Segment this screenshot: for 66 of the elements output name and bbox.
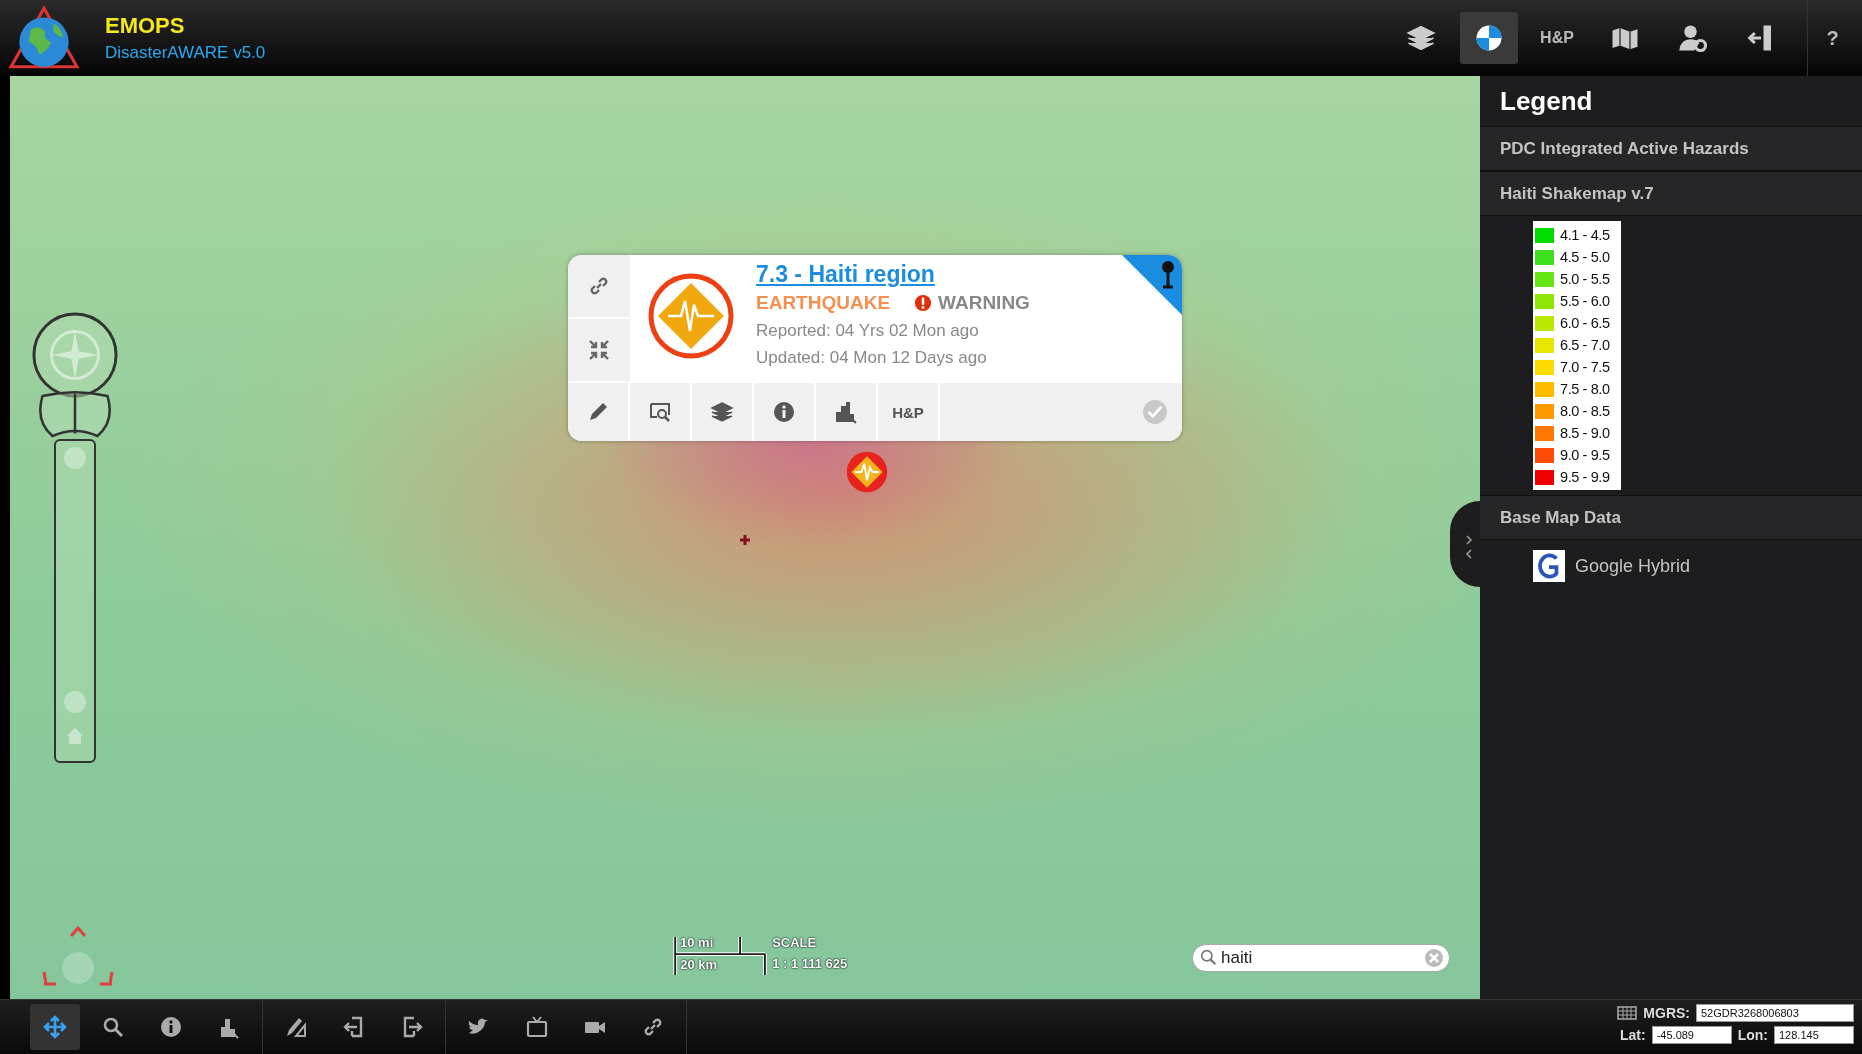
- pencil-ruler-icon: [284, 1015, 308, 1039]
- event-title-link[interactable]: 7.3 - Haiti region: [756, 261, 935, 289]
- user-gear-icon: [1678, 23, 1708, 53]
- hazard-type: EARTHQUAKE: [756, 292, 891, 314]
- magnitude-range: 6.5 - 7.0: [1560, 337, 1610, 353]
- scale-miles: 10 mi: [680, 934, 714, 950]
- latitude-label: Lat:: [1620, 1027, 1646, 1043]
- legend-section-header[interactable]: Haiti Shakemap v.7: [1480, 171, 1862, 216]
- severity-label: WARNING: [938, 292, 1030, 314]
- pinned-corner-icon[interactable]: [1122, 255, 1182, 315]
- reported-time: Reported: 04 Yrs 02 Mon ago: [756, 320, 980, 342]
- globe-logo-icon: [8, 5, 80, 71]
- magnitude-range: 7.5 - 8.0: [1560, 381, 1610, 397]
- scale-km: 20 km: [680, 956, 718, 972]
- grid-icon: [1617, 1006, 1638, 1020]
- scale-title: SCALE: [772, 935, 818, 950]
- tv-icon: [525, 1015, 549, 1039]
- longitude-field[interactable]: 128.145: [1774, 1026, 1854, 1044]
- magnitude-range: 5.0 - 5.5: [1560, 271, 1610, 287]
- panel-collapse-tab[interactable]: [1450, 501, 1480, 587]
- legend-title: Legend: [1499, 85, 1594, 118]
- move-tool-button[interactable]: [30, 1004, 80, 1050]
- magnitude-range: 5.5 - 6.0: [1560, 293, 1610, 309]
- mgrs-label: MGRS:: [1643, 1005, 1690, 1021]
- scale-ruler-icon: [672, 935, 770, 977]
- legend-section-header[interactable]: Base Map Data: [1480, 495, 1862, 540]
- plus-icon: [739, 534, 751, 546]
- longitude-label: Lon:: [1737, 1027, 1768, 1043]
- search-icon: [1200, 949, 1217, 966]
- collapse-button[interactable]: [568, 319, 630, 381]
- scale-ratio: 1 : 1 111 625: [772, 956, 848, 971]
- info-icon: [772, 400, 796, 424]
- latitude-field[interactable]: -45.089: [1651, 1026, 1732, 1044]
- move-arrows-icon: [43, 1015, 67, 1039]
- header-text-button[interactable]: H&P: [1528, 12, 1586, 64]
- map-tile[interactable]: 7.3 - Haiti region EARTHQUAKE WARNING Reported: 04 Yrs 02 Mon ago Updated: 04 Mon 12 Days ago H&P 10 mi 20 km SCALE 1 : 1 111 625 haiti: [10, 76, 1480, 999]
- screen-magnifier-icon: [648, 400, 672, 424]
- magnitude-range: 9.5 - 9.9: [1560, 469, 1610, 485]
- exclamation-icon: [914, 294, 933, 312]
- magnitude-range: 6.0 - 6.5: [1560, 315, 1610, 331]
- magnitude-range: 8.0 - 8.5: [1560, 403, 1610, 419]
- mgrs-field[interactable]: 52GDR3268006803: [1696, 1004, 1854, 1022]
- earthquake-marker-icon[interactable]: [844, 449, 890, 495]
- app-title: EMOPS: [105, 13, 186, 39]
- legend-section-header[interactable]: PDC Integrated Active Hazards: [1480, 126, 1862, 171]
- base-map-layer[interactable]: Google Hybrid: [1575, 555, 1691, 577]
- buildings-icon: [834, 400, 858, 424]
- popup-text-button[interactable]: H&P: [878, 383, 940, 441]
- globe-button[interactable]: [1460, 12, 1518, 64]
- search-icon: [101, 1015, 125, 1039]
- collapse-arrows-icon: [587, 338, 611, 362]
- info-icon: [159, 1015, 183, 1039]
- layers-icon: [1406, 23, 1436, 53]
- app-version: DisasterAWARE v5.0: [105, 43, 266, 63]
- checkmark-icon[interactable]: [1142, 399, 1168, 425]
- globe-icon: [1474, 23, 1504, 53]
- magnitude-range: 7.0 - 7.5: [1560, 359, 1610, 375]
- layers-icon: [710, 400, 734, 424]
- letter-g-logo-icon: [1533, 550, 1565, 582]
- search-field[interactable]: haiti: [1192, 944, 1450, 972]
- updated-time: Updated: 04 Mon 12 Days ago: [756, 347, 988, 369]
- magnitude-range: 8.5 - 9.0: [1560, 425, 1610, 441]
- earthquake-hazard-icon: [646, 271, 736, 361]
- magnitude-range: 4.1 - 4.5: [1560, 227, 1610, 243]
- magnitude-range: 4.5 - 5.0: [1560, 249, 1610, 265]
- magnitude-range: 9.0 - 9.5: [1560, 447, 1610, 463]
